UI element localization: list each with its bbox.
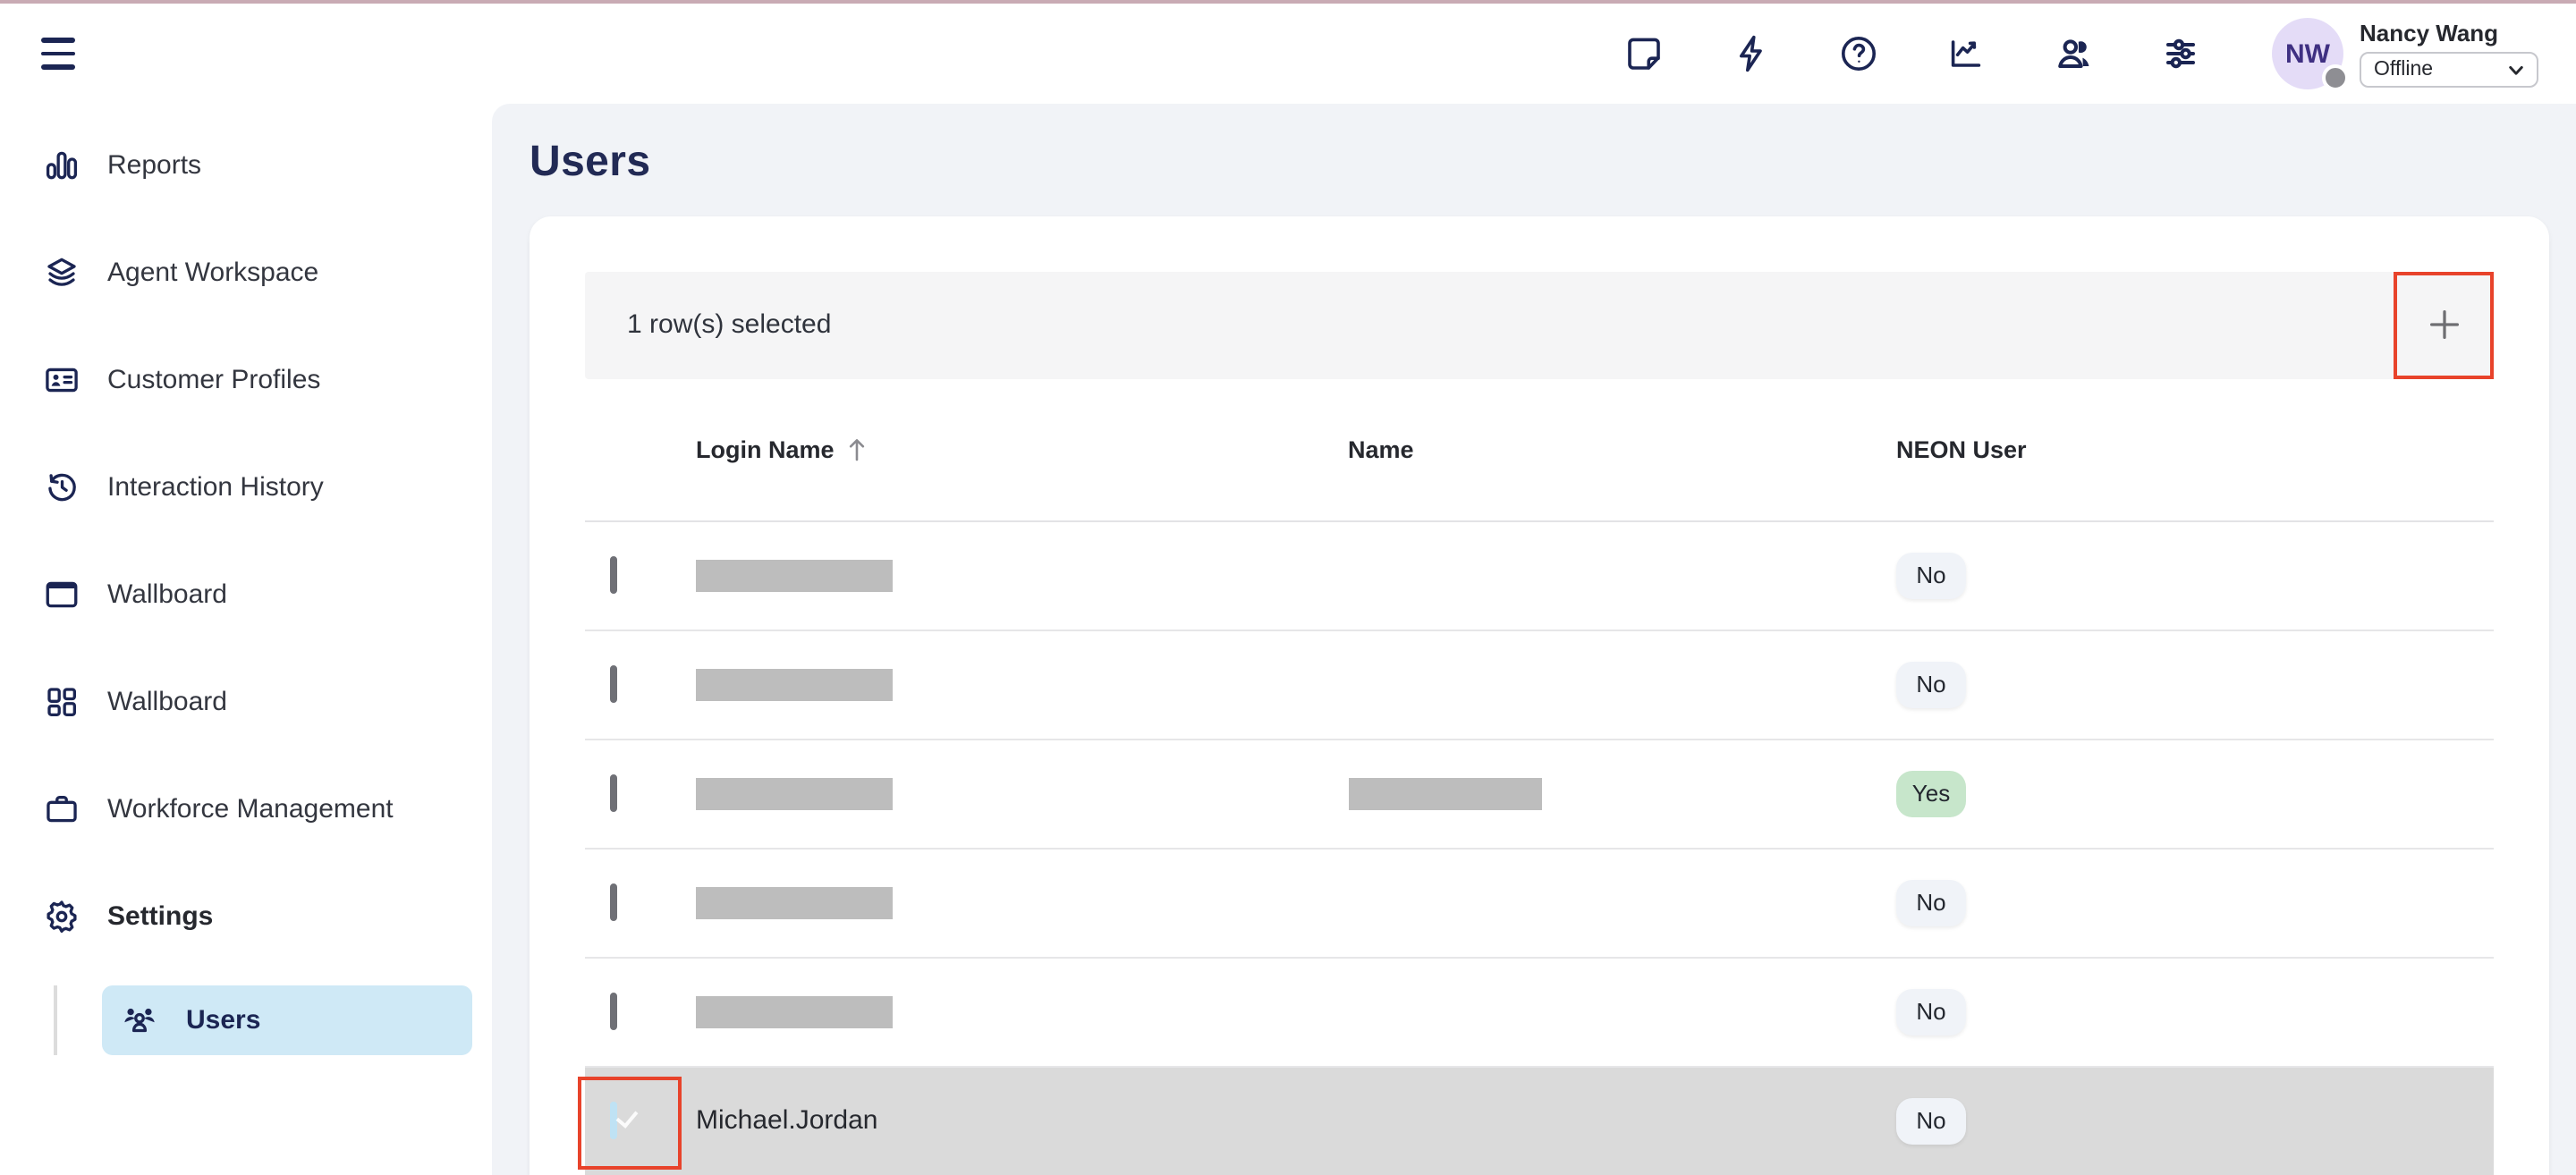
gear-icon (43, 897, 80, 934)
main-content: Users 1 row(s) selected Login Name (492, 104, 2576, 1175)
page-title: Users (530, 138, 2576, 188)
sidebar-item-wallboard-2[interactable]: Wallboard (0, 647, 492, 755)
users-card: 1 row(s) selected Login Name (530, 216, 2549, 1175)
sidebar-item-wallboard-1[interactable]: Wallboard (0, 540, 492, 647)
note-icon[interactable] (1623, 32, 1665, 75)
sidebar-item-interaction-history[interactable]: Interaction History (0, 433, 492, 540)
table-row[interactable]: No (584, 849, 2494, 958)
sidebar-item-label: Reports (107, 149, 201, 180)
user-name: Nancy Wang (2360, 20, 2538, 46)
user-block: Nancy Wang Offline (2360, 20, 2538, 88)
table-row[interactable]: No (584, 630, 2494, 740)
chevron-down-icon (2508, 62, 2524, 78)
help-icon[interactable] (1837, 32, 1880, 75)
selection-count-text: 1 row(s) selected (627, 309, 831, 340)
sidebar-item-workforce-management[interactable]: Workforce Management (0, 755, 492, 862)
app-window: NW Nancy Wang Offline Reports (0, 0, 2576, 1175)
top-bar: NW Nancy Wang Offline (0, 4, 2576, 104)
status-dot-offline (2322, 64, 2349, 91)
history-icon (43, 468, 80, 505)
sliders-icon[interactable] (2159, 32, 2202, 75)
redacted-login-name (696, 995, 893, 1027)
login-name-cell: Michael.Jordan (696, 1105, 877, 1136)
sidebar-item-customer-profiles[interactable]: Customer Profiles (0, 325, 492, 433)
row-checkbox[interactable] (609, 992, 616, 1029)
sidebar-item-label: Interaction History (107, 471, 324, 502)
avatar-initials: NW (2285, 38, 2330, 69)
redacted-name (1348, 777, 1541, 809)
redacted-login-name (696, 777, 893, 809)
avatar[interactable]: NW (2272, 18, 2343, 89)
neon-user-badge: No (1896, 1097, 1966, 1144)
sidebar-item-label: Wallboard (107, 579, 227, 609)
people-icon[interactable] (2052, 32, 2095, 75)
sidebar-item-agent-workspace[interactable]: Agent Workspace (0, 218, 492, 325)
sidebar: Reports Agent Workspace Customer Profile… (0, 104, 492, 1175)
table-row[interactable]: No (584, 958, 2494, 1067)
sidebar-item-settings[interactable]: Settings (0, 862, 492, 969)
table-row[interactable]: No (584, 521, 2494, 630)
sidebar-item-label: Wallboard (107, 686, 227, 716)
id-card-icon (43, 360, 80, 398)
redacted-login-name (696, 668, 893, 700)
status-value: Offline (2374, 59, 2433, 80)
neon-user-badge: No (1896, 552, 1966, 598)
users-table: Login Name Name NEON User (584, 378, 2494, 1174)
table-header-row: Login Name Name NEON User (584, 378, 2494, 521)
line-chart-icon[interactable] (1945, 32, 1987, 75)
row-checkbox-checked[interactable] (609, 1101, 616, 1138)
lightning-icon[interactable] (1730, 32, 1773, 75)
selection-bar: 1 row(s) selected (584, 271, 2494, 378)
table-row[interactable]: Yes (584, 740, 2494, 849)
row-checkbox[interactable] (609, 773, 616, 811)
window-icon (43, 575, 80, 613)
status-dropdown[interactable]: Offline (2360, 52, 2538, 88)
neon-user-badge: Yes (1896, 770, 1966, 816)
briefcase-icon (43, 790, 80, 827)
row-checkbox[interactable] (609, 555, 616, 593)
neon-user-badge: No (1896, 988, 1966, 1035)
column-header-name[interactable]: Name (1346, 435, 1896, 462)
add-button-annotation (2394, 271, 2494, 378)
sidebar-item-reports[interactable]: Reports (0, 111, 492, 218)
sidebar-item-label: Workforce Management (107, 793, 394, 824)
add-user-button[interactable] (2397, 275, 2490, 375)
column-header-login-name[interactable]: Login Name (670, 435, 1346, 462)
settings-submenu: Users (0, 985, 492, 1055)
table-row-selected[interactable]: Michael.Jordan No (584, 1067, 2494, 1174)
sidebar-item-label: Settings (107, 900, 213, 931)
row-checkbox[interactable] (609, 883, 616, 920)
neon-user-badge: No (1896, 879, 1966, 926)
sort-ascending-icon[interactable] (847, 435, 869, 462)
bar-chart-icon (43, 146, 80, 183)
layers-icon (43, 253, 80, 291)
sidebar-item-users[interactable]: Users (102, 985, 472, 1054)
row-checkbox[interactable] (609, 664, 616, 702)
hamburger-menu-icon[interactable] (41, 38, 75, 69)
redacted-login-name (696, 559, 893, 591)
topbar-icons (1623, 32, 2202, 75)
topbar-right-group: NW Nancy Wang Offline (1623, 4, 2538, 104)
sidebar-item-label: Customer Profiles (107, 364, 320, 394)
dashboard-icon (43, 682, 80, 720)
sidebar-item-label: Agent Workspace (107, 257, 318, 287)
sidebar-item-label: Users (186, 1005, 260, 1036)
redacted-login-name (696, 886, 893, 918)
plus-icon (2423, 304, 2464, 345)
neon-user-badge: No (1896, 661, 1966, 707)
submenu-indent-line (54, 985, 57, 1054)
column-header-neon-user[interactable]: NEON User (1896, 435, 2494, 462)
users-group-icon (120, 1001, 159, 1040)
